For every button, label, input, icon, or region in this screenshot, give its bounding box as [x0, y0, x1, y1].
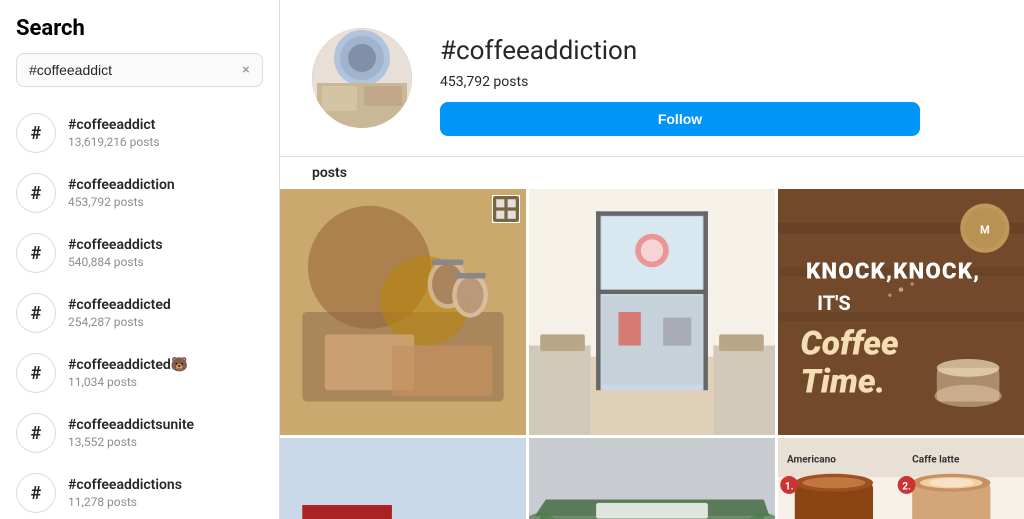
list-item-posts: 13,552 posts	[68, 435, 194, 449]
grid-item[interactable]	[529, 438, 775, 519]
list-item-name: #coffeeaddictsunite	[68, 417, 194, 433]
list-item-name: #coffeeaddict	[68, 117, 160, 133]
list-item-name: #coffeeaddicts	[68, 237, 163, 253]
list-item-info: #coffeeaddicted 254,287 posts	[68, 297, 171, 329]
svg-text:Americano: Americano	[787, 455, 836, 466]
sidebar-list: # #coffeeaddict 13,619,216 posts # #coff…	[0, 99, 279, 519]
svg-text:KNOCK,KNOCK,: KNOCK,KNOCK,	[806, 258, 980, 284]
svg-text:M: M	[980, 224, 990, 237]
list-item[interactable]: # #coffeeaddicts 540,884 posts	[0, 223, 279, 283]
follow-button[interactable]: Follow	[440, 102, 920, 136]
list-item-info: #coffeeaddicts 540,884 posts	[68, 237, 163, 269]
hashtag-icon: #	[16, 113, 56, 153]
clear-icon[interactable]: ×	[237, 61, 255, 79]
profile-avatar	[312, 28, 412, 128]
search-input[interactable]	[16, 53, 263, 87]
sidebar-header: Search ×	[0, 0, 279, 99]
grid-item-badge	[492, 195, 520, 223]
list-item[interactable]: # #coffeeaddicted 254,287 posts	[0, 283, 279, 343]
list-item-posts: 540,884 posts	[68, 255, 163, 269]
main-content: #coffeeaddiction 453,792 posts Follow po…	[280, 0, 1024, 519]
profile-name: #coffeeaddiction	[440, 36, 920, 66]
profile-info: #coffeeaddiction 453,792 posts Follow	[440, 28, 920, 136]
svg-text:Time.: Time.	[800, 363, 885, 402]
hashtag-icon: #	[16, 473, 56, 513]
hashtag-icon: #	[16, 233, 56, 273]
grid-item[interactable]: M KNOCK,KNOCK, IT'S Coffee Time.	[778, 189, 1024, 435]
list-item[interactable]: # #coffeeaddictsunite 13,552 posts	[0, 403, 279, 463]
list-item-name: #coffeeaddicted🐻	[68, 357, 188, 373]
grid-item[interactable]	[280, 189, 526, 435]
list-item-posts: 13,619,216 posts	[68, 135, 160, 149]
list-item-posts: 11,034 posts	[68, 375, 188, 389]
search-input-wrapper: ×	[16, 53, 263, 87]
hashtag-icon: #	[16, 413, 56, 453]
sidebar: Search × # #coffeeaddict 13,619,216 post…	[0, 0, 280, 519]
sidebar-title: Search	[16, 16, 263, 41]
list-item-posts: 453,792 posts	[68, 195, 175, 209]
list-item-info: #coffeeaddictsunite 13,552 posts	[68, 417, 194, 449]
list-item[interactable]: # #coffeeaddictions 11,278 posts	[0, 463, 279, 519]
profile-posts-count: 453,792 posts	[440, 74, 920, 90]
hashtag-icon: #	[16, 293, 56, 333]
svg-text:IT'S: IT'S	[817, 291, 851, 315]
profile-section: #coffeeaddiction 453,792 posts Follow	[280, 0, 1024, 156]
svg-text:1.: 1.	[785, 481, 794, 492]
posts-section-label: posts	[280, 156, 1024, 189]
list-item-info: #coffeeaddicted🐻 11,034 posts	[68, 357, 188, 389]
grid-item[interactable]	[529, 189, 775, 435]
svg-text:Caffe latte: Caffe latte	[912, 455, 960, 466]
list-item-info: #coffeeaddict 13,619,216 posts	[68, 117, 160, 149]
list-item-posts: 254,287 posts	[68, 315, 171, 329]
list-item-name: #coffeeaddicted	[68, 297, 171, 313]
list-item[interactable]: # #coffeeaddict 13,619,216 posts	[0, 103, 279, 163]
grid-item[interactable]: COFFEE	[280, 438, 526, 519]
list-item-info: #coffeeaddiction 453,792 posts	[68, 177, 175, 209]
svg-text:Coffee: Coffee	[800, 324, 899, 363]
list-item-posts: 11,278 posts	[68, 495, 182, 509]
list-item[interactable]: # #coffeeaddiction 453,792 posts	[0, 163, 279, 223]
list-item-name: #coffeeaddiction	[68, 177, 175, 193]
grid-item[interactable]: Americano Caffe latte 1. 2. Cappuccino	[778, 438, 1024, 519]
list-item-info: #coffeeaddictions 11,278 posts	[68, 477, 182, 509]
hashtag-icon: #	[16, 353, 56, 393]
image-grid: M KNOCK,KNOCK, IT'S Coffee Time.	[280, 189, 1024, 519]
list-item-name: #coffeeaddictions	[68, 477, 182, 493]
svg-text:2.: 2.	[902, 481, 911, 492]
list-item[interactable]: # #coffeeaddicted🐻 11,034 posts	[0, 343, 279, 403]
hashtag-icon: #	[16, 173, 56, 213]
